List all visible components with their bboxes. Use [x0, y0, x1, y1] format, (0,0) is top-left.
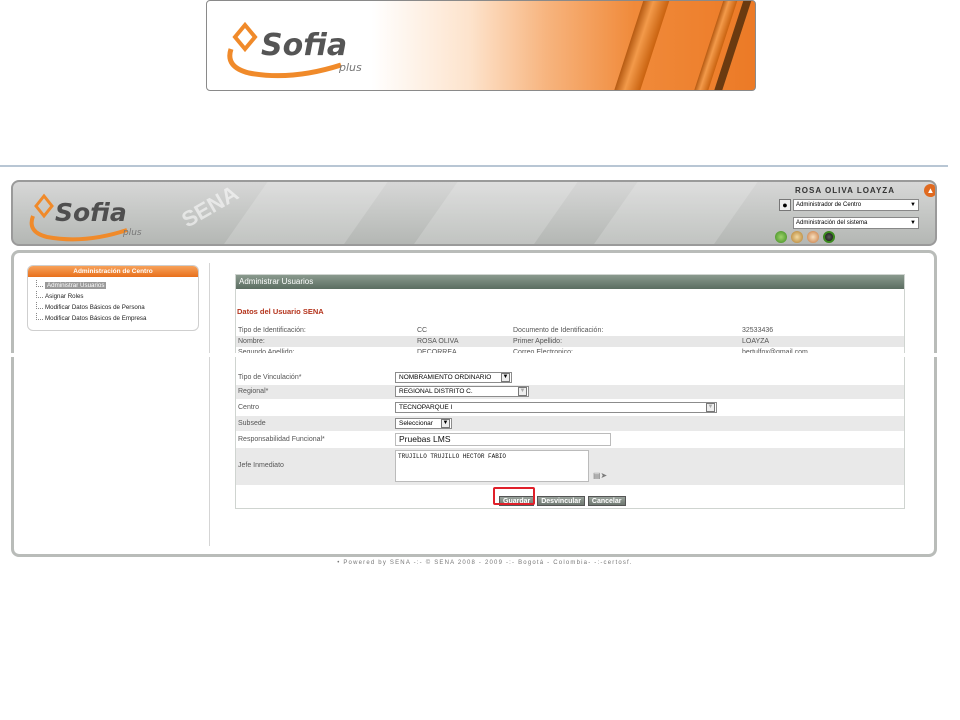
subsede-select[interactable]: Seleccionar ▼	[395, 418, 452, 429]
chevron-down-icon: ▼	[910, 220, 916, 226]
info-row: Nombre: ROSA OLIVA Primer Apellido: LOAY…	[236, 336, 904, 347]
home-icon[interactable]	[807, 231, 819, 243]
divider	[0, 165, 948, 167]
app-header: Sofia plus SENA ROSA OLIVA LOAYZA ● Admi…	[11, 180, 937, 246]
form-row-jefe: Jefe Inmediato TRUJILLO TRUJILLO HECTOR …	[236, 448, 904, 485]
sofia-plus-logo: Sofia plus	[227, 21, 362, 79]
info-label: Documento de Identificación:	[513, 327, 604, 334]
chevron-down-icon: ▼	[910, 202, 916, 208]
regional-select[interactable]: REGIONAL DISTRITO C. ▼	[395, 386, 529, 397]
form-row-regional: Regional* REGIONAL DISTRITO C. ▼	[236, 385, 904, 399]
search-icon[interactable]: ▤➤	[593, 471, 607, 480]
sidebar-title: Administración de Centro	[28, 266, 198, 277]
power-icon[interactable]	[823, 231, 835, 243]
vinculacion-value: NOMBRAMIENTO ORDINARIO	[399, 374, 492, 381]
form-row-responsabilidad: Responsabilidad Funcional* Pruebas LMS	[236, 432, 904, 447]
main-panel: Administrar Usuarios Datos del Usuario S…	[235, 274, 905, 509]
divider	[209, 263, 210, 546]
info-row: Tipo de Identificación: CC Documento de …	[236, 325, 904, 336]
logo-subtitle: plus	[338, 61, 362, 74]
form-row-vinculacion: Tipo de Vinculación* NOMBRAMIENTO ORDINA…	[236, 371, 904, 385]
header-decoration	[408, 182, 578, 244]
header-decoration	[588, 182, 758, 244]
sidebar-item-modificar-empresa[interactable]: Modificar Datos Básicos de Empresa	[28, 313, 198, 324]
field-label: Centro	[238, 404, 260, 411]
info-value: CC	[417, 327, 428, 334]
role-value: Administrador de Centro	[796, 202, 862, 208]
user-icon: ●	[779, 199, 791, 211]
field-label: Tipo de Vinculación*	[238, 374, 302, 381]
field-label: Subsede	[238, 420, 266, 427]
form-row-centro: Centro TECNOPARQUE I ▼	[236, 400, 904, 415]
sidebar-item-label: Asignar Roles	[45, 293, 84, 300]
sidebar-item-administrar-usuarios[interactable]: Administrar Usuarios	[28, 280, 198, 291]
unlink-button[interactable]: Desvincular	[537, 496, 585, 506]
info-label: Nombre:	[238, 338, 265, 345]
chevron-down-icon: ▼	[501, 373, 510, 382]
header-icons	[775, 231, 835, 243]
sidebar-item-label: Modificar Datos Básicos de Persona	[45, 304, 145, 311]
sidebar-item-label: Administrar Usuarios	[45, 282, 107, 289]
system-value: Administración del sistema	[796, 220, 868, 226]
sidebar-item-asignar-roles[interactable]: Asignar Roles	[28, 291, 198, 302]
info-value: LOAYZA	[742, 338, 770, 345]
chevron-down-icon: ▼	[518, 387, 527, 396]
page-title: Administrar Usuarios	[236, 275, 904, 289]
app-logo-subtitle: plus	[122, 228, 142, 238]
sidebar-item-label: Modificar Datos Básicos de Empresa	[45, 315, 147, 322]
field-label: Regional*	[238, 388, 269, 395]
logo-wordmark: Sofia	[261, 28, 347, 63]
system-select[interactable]: Administración del sistema ▼	[793, 217, 919, 229]
banner-decoration	[607, 1, 673, 90]
user-name: ROSA OLIVA LOAYZA	[795, 186, 895, 195]
collapse-icon[interactable]: ▲	[924, 184, 935, 197]
help-icon[interactable]	[775, 231, 787, 243]
info-value: 32533436	[742, 327, 774, 334]
centro-value: TECNOPARQUE I	[399, 404, 453, 411]
field-label: Jefe Inmediato	[238, 462, 284, 469]
footer-text: • Powered by SENA -:- © SENA 2008 - 2009…	[337, 560, 633, 566]
chevron-down-icon: ▼	[706, 403, 715, 412]
sofia-plus-banner: Sofia plus	[206, 0, 756, 91]
jefe-textarea[interactable]: TRUJILLO TRUJILLO HECTOR FABIO	[395, 450, 589, 482]
centro-select[interactable]: TECNOPARQUE I ▼	[395, 402, 717, 413]
chevron-down-icon: ▼	[441, 419, 450, 428]
section-title: Datos del Usuario SENA	[237, 307, 324, 316]
app-logo-wordmark: Sofia	[55, 198, 127, 227]
responsabilidad-input[interactable]: Pruebas LMS	[395, 433, 611, 446]
field-label: Responsabilidad Funcional*	[238, 436, 325, 443]
app-body: Administración de Centro Administrar Usu…	[11, 250, 937, 557]
sidebar-item-modificar-persona[interactable]: Modificar Datos Básicos de Persona	[28, 302, 198, 313]
book-icon[interactable]	[791, 231, 803, 243]
highlight-box	[493, 487, 535, 505]
app-logo: Sofia plus	[29, 193, 142, 242]
info-label: Primer Apellido:	[513, 338, 563, 345]
cancel-button[interactable]: Cancelar	[587, 496, 626, 506]
info-value: ROSA OLIVA	[417, 338, 459, 345]
app-window: Sofia plus SENA ROSA OLIVA LOAYZA ● Admi…	[11, 180, 937, 557]
subsede-value: Seleccionar	[399, 420, 433, 427]
user-box: ROSA OLIVA LOAYZA ● Administrador de Cen…	[773, 186, 933, 244]
form-row-subsede: Subsede Seleccionar ▼	[236, 416, 904, 431]
slide-gap	[0, 353, 960, 357]
vinculacion-select[interactable]: NOMBRAMIENTO ORDINARIO ▼	[395, 372, 512, 383]
regional-value: REGIONAL DISTRITO C.	[399, 388, 473, 395]
role-select[interactable]: Administrador de Centro ▼	[793, 199, 919, 211]
sidebar: Administración de Centro Administrar Usu…	[27, 265, 199, 331]
info-label: Tipo de Identificación:	[238, 327, 306, 334]
